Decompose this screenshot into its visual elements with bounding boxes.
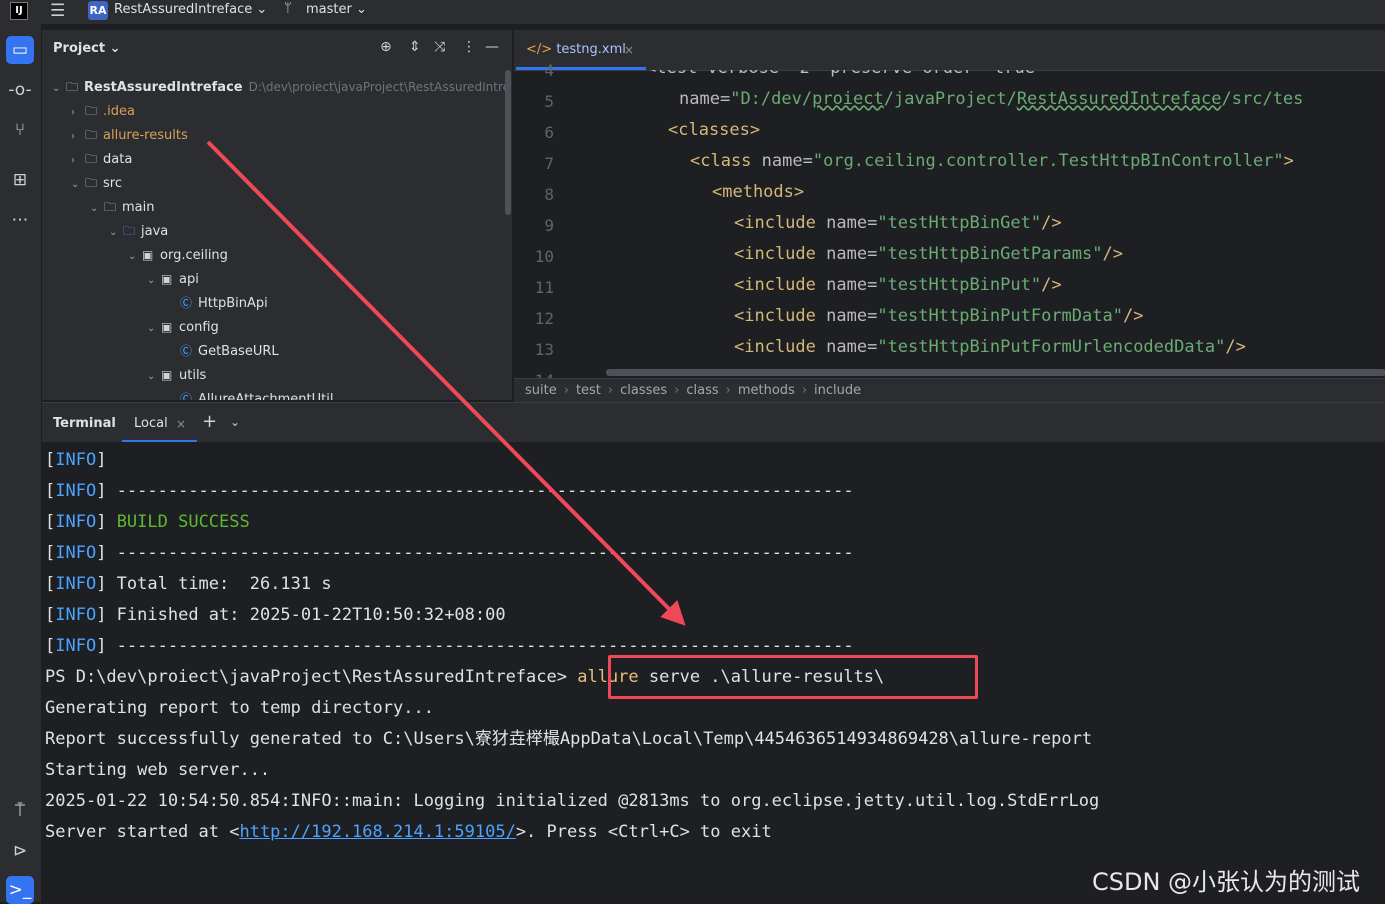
watermark: CSDN @小张认为的测试 xyxy=(1092,868,1361,896)
annotation-arrow-line xyxy=(206,140,686,626)
annotation-arrow xyxy=(206,140,686,626)
